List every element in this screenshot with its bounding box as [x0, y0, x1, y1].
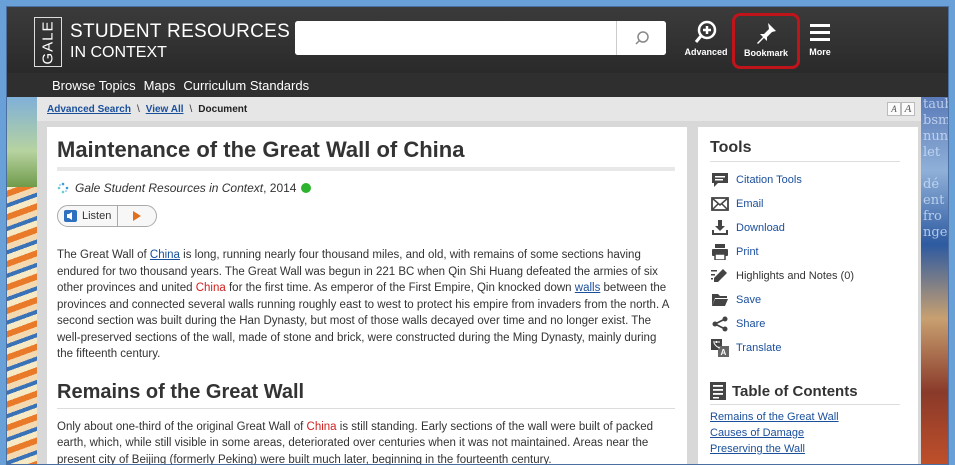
toc-heading: Table of Contents — [710, 382, 900, 405]
gale-star-icon — [57, 182, 69, 194]
speaker-icon — [64, 210, 77, 222]
printer-icon — [712, 244, 728, 260]
tool-print[interactable]: Print — [710, 240, 908, 264]
more-button[interactable]: More — [800, 17, 840, 67]
tool-save[interactable]: Save — [710, 288, 908, 312]
envelope-icon — [711, 197, 729, 211]
folder-icon — [712, 294, 728, 306]
speech-bubble-icon — [712, 173, 728, 187]
article-paragraph-1: The Great Wall of China is long, running… — [57, 249, 669, 360]
advanced-search-button[interactable]: Advanced — [681, 17, 731, 67]
breadcrumb-separator: \ — [189, 103, 193, 115]
tools-panel: Tools Citation Tools Email Download Prin… — [698, 127, 918, 464]
lexile-indicator-icon[interactable] — [301, 183, 312, 193]
top-bar: GALE STUDENT RESOURCES IN CONTEXT Advanc… — [7, 7, 948, 73]
tool-share[interactable]: Share — [710, 312, 908, 336]
toc-link-preserving[interactable]: Preserving the Wall — [710, 443, 908, 455]
font-larger-button[interactable]: A — [901, 102, 915, 116]
highlight-china: China — [306, 420, 337, 433]
advanced-label: Advanced — [684, 47, 728, 57]
tools-title: Tools — [710, 139, 900, 162]
brand-title[interactable]: STUDENT RESOURCES — [70, 21, 290, 43]
tool-citation[interactable]: Citation Tools — [710, 168, 908, 192]
article-paragraph-2: Only about one-third of the original Gre… — [57, 420, 653, 465]
breadcrumb-separator: \ — [136, 103, 140, 115]
highlight-china: China — [195, 282, 226, 294]
tool-translate[interactable]: A Translate — [710, 336, 908, 360]
search-box — [295, 21, 666, 55]
pencil-icon — [711, 269, 727, 282]
toc-link-remains[interactable]: Remains of the Great Wall — [710, 411, 908, 423]
breadcrumb-advanced-search[interactable]: Advanced Search — [47, 104, 131, 115]
brand-subtitle[interactable]: IN CONTEXT — [70, 44, 167, 62]
pushpin-icon — [757, 23, 776, 44]
listen-label: Listen — [82, 210, 112, 222]
tool-label: Share — [736, 318, 766, 330]
font-size-controls: A A — [887, 102, 915, 116]
tool-label: Highlights and Notes (0) — [736, 270, 855, 282]
breadcrumb-current: Document — [198, 103, 248, 115]
decorative-image-right: taub bsm nun let dé ent fro nge — [921, 97, 949, 464]
tool-download[interactable]: Download — [710, 216, 908, 240]
breadcrumb: Advanced Search \ View All \ Document A … — [37, 97, 921, 121]
toc-link-causes[interactable]: Causes of Damage — [710, 427, 908, 439]
article-source: Gale Student Resources in Context, 2014 — [57, 181, 675, 195]
browser-frame: GALE STUDENT RESOURCES IN CONTEXT Advanc… — [6, 6, 949, 465]
listen-button[interactable]: Listen — [57, 205, 157, 227]
download-icon — [712, 220, 728, 235]
breadcrumb-view-all[interactable]: View All — [146, 104, 184, 115]
search-icon — [634, 31, 649, 45]
tool-label: Translate — [736, 342, 782, 354]
gale-logo[interactable]: GALE — [34, 17, 62, 67]
share-icon — [712, 316, 728, 332]
article-body: Maintenance of the Great Wall of China G… — [47, 127, 687, 465]
source-title: Gale Student Resources in Context — [75, 181, 264, 195]
more-label: More — [809, 47, 831, 57]
search-input[interactable] — [295, 21, 616, 55]
tool-email[interactable]: Email — [710, 192, 908, 216]
bookmark-label: Bookmark — [743, 48, 788, 58]
font-smaller-button[interactable]: A — [887, 102, 901, 116]
decorative-image-left — [7, 97, 37, 464]
play-icon — [133, 211, 142, 221]
article-title: Maintenance of the Great Wall of China — [57, 137, 675, 171]
zoom-plus-icon — [694, 20, 717, 43]
tool-label: Citation Tools — [736, 174, 802, 186]
main-nav: Browse Topics Maps Curriculum Standards — [7, 73, 948, 97]
hamburger-icon — [810, 24, 830, 41]
tool-label: Email — [736, 198, 764, 210]
search-button[interactable] — [616, 21, 666, 55]
translate-icon: A — [711, 339, 729, 357]
svg-text:A: A — [721, 348, 727, 357]
nav-browse-topics[interactable]: Browse Topics — [52, 78, 136, 93]
tool-label: Save — [736, 294, 762, 306]
tool-label: Download — [736, 222, 785, 234]
source-year: , 2014 — [263, 181, 297, 195]
nav-curriculum-standards[interactable]: Curriculum Standards — [183, 78, 309, 93]
bookmark-button[interactable]: Bookmark — [732, 13, 800, 69]
link-walls[interactable]: walls — [575, 282, 601, 294]
nav-maps[interactable]: Maps — [144, 78, 176, 93]
tool-label: Print — [736, 246, 759, 258]
link-china[interactable]: China — [150, 249, 180, 261]
document-list-icon — [710, 382, 726, 400]
decorative-text: taub bsm nun let dé ent fro nge — [923, 97, 949, 240]
toc-title: Table of Contents — [732, 382, 858, 400]
section-heading: Remains of the Great Wall — [57, 381, 675, 409]
tool-highlights-notes[interactable]: Highlights and Notes (0) — [710, 264, 908, 288]
